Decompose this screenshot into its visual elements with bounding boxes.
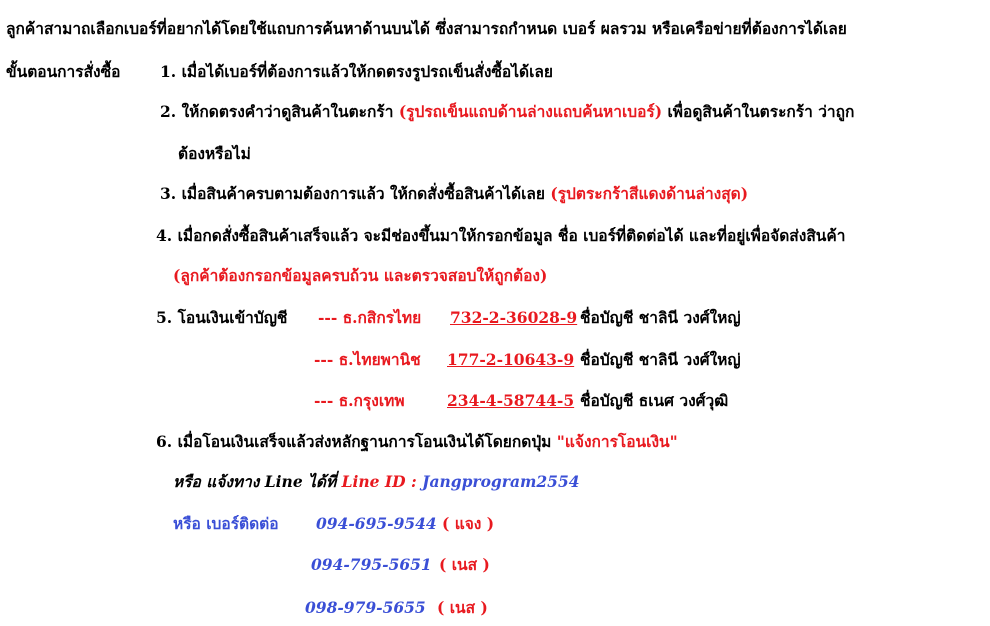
step-1: 1. เมื่อได้เบอร์ที่ต้องการแล้วให้กดตรงรู… (160, 62, 553, 81)
bank-name: --- ธ.กรุงเทพ (314, 391, 405, 410)
account-holder-name: ชื่อบัญชี ชาลินี วงศ์ใหญ่ (580, 350, 741, 369)
phone-owner: ( เนส ) (439, 555, 490, 574)
bank-name: --- ธ.ไทยพานิช (314, 350, 421, 369)
order-steps-heading: ขั้นตอนการสั่งซื้อ (6, 62, 121, 81)
line-contact-prefix: หรือ แจ้งทาง Line ได้ที่ (173, 472, 337, 491)
step-3: 3. เมื่อสินค้าครบตามต้องการแล้ว ให้กดสั่… (160, 183, 748, 205)
step-2-text: 2. ให้กดตรงคำว่าดูสินค้าในตะกร้า (160, 102, 394, 121)
step-4-note: (ลูกค้าต้องกรอกข้อมูลครบถ้วน และตรวจสอบใ… (173, 266, 548, 285)
step-4: 4. เมื่อกดสั่งซื้อสินค้าเสร็จแล้ว จะมีช่… (156, 226, 846, 245)
bank-name: --- ธ.กสิกรไทย (318, 308, 422, 327)
account-holder-name: ชื่อบัญชี ชาลินี วงศ์ใหญ่ (580, 308, 741, 327)
phone-owner: ( แจง ) (442, 514, 495, 533)
step-2-suffix: เพื่อดูสินค้าในตระกร้า ว่าถูก (667, 102, 855, 121)
step-3-text: 3. เมื่อสินค้าครบตามต้องการแล้ว ให้กดสั่… (160, 184, 545, 203)
phone-owner: ( เนส ) (437, 598, 488, 617)
step-6: 6. เมื่อโอนเงินเสร็จแล้วส่งหลักฐานการโอน… (156, 431, 678, 453)
line-id-value: Jangprogram2554 (422, 472, 580, 491)
phone-number: 098-979-5655 (305, 598, 426, 617)
step-2-note: (รูปรถเข็นแถบด้านล่างแถบค้นหาเบอร์) (398, 102, 663, 121)
bank-account-number: 732-2-36028-9 (450, 308, 578, 327)
step-3-note: (รูปตระกร้าสีแดงด้านล่างสุด) (550, 184, 749, 203)
phone-number: 094-695-9544 (316, 514, 437, 533)
phone-contact-label: หรือ เบอร์ติดต่อ (173, 514, 279, 533)
step-2: 2. ให้กดตรงคำว่าดูสินค้าในตะกร้า (รูปรถเ… (160, 101, 854, 123)
phone-number: 094-795-5651 (311, 555, 432, 574)
step-6-text: 6. เมื่อโอนเงินเสร็จแล้วส่งหลักฐานการโอน… (156, 432, 552, 451)
line-contact: หรือ แจ้งทาง Line ได้ที่ Line ID : Jangp… (173, 471, 580, 493)
order-instructions-page: ลูกค้าสามาถเลือกเบอร์ที่อยากได้โดยใช้แถบ… (0, 0, 990, 626)
bank-account-number: 234-4-58744-5 (447, 391, 575, 410)
account-holder-name: ชื่อบัญชี ธเนศ วงศ์วุฒิ (580, 391, 729, 410)
intro-text: ลูกค้าสามาถเลือกเบอร์ที่อยากได้โดยใช้แถบ… (6, 19, 847, 38)
step-5-label: 5. โอนเงินเข้าบัญชี (156, 308, 288, 327)
notify-transfer-label: "แจ้งการโอนเงิน" (556, 432, 678, 451)
line-id-label: Line ID : (341, 472, 417, 491)
step-2-continuation: ต้องหรือไม่ (178, 144, 251, 163)
bank-account-number: 177-2-10643-9 (447, 350, 575, 369)
